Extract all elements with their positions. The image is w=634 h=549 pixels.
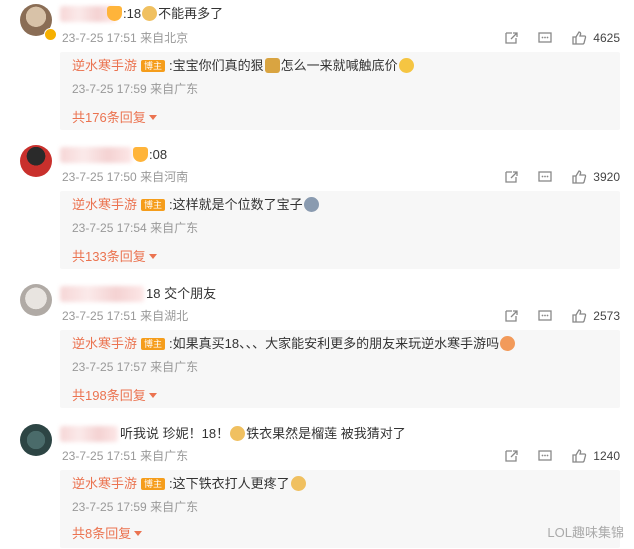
reply-text: 逆水寒手游 博主:如果真买18、、、大家能安利更多的朋友来玩逆水寒手游吗 [72, 336, 516, 352]
comment-actions: 3920 [485, 169, 620, 185]
comment-icon[interactable] [537, 30, 553, 46]
author-tag: 博主 [141, 60, 166, 72]
like-icon[interactable] [571, 30, 587, 46]
reply-meta: 23-7-25 17:54 来自广东 [72, 221, 199, 235]
comment-actions: 4625 [485, 30, 620, 46]
verified-badge-icon [44, 28, 57, 41]
like-count: 2573 [593, 309, 620, 323]
comment-text: :08 [132, 147, 167, 163]
like-icon[interactable] [571, 169, 587, 185]
comment-icon[interactable] [537, 308, 553, 324]
caret-down-icon [148, 393, 157, 398]
reply-text: 逆水寒手游 博主:这样就是个位数了宝子 [72, 197, 320, 213]
reply-text: 逆水寒手游 博主:这下铁衣打人更疼了 [72, 476, 307, 492]
comment-icon[interactable] [537, 448, 553, 464]
reply-box: 逆水寒手游 博主:这下铁衣打人更疼了 23-7-25 17:59 来自广东 [60, 470, 620, 548]
reply-author[interactable]: 逆水寒手游 [72, 476, 137, 491]
reply-text: 逆水寒手游 博主:宝宝你们真的狠 怎么一来就喊触底价 [72, 58, 415, 74]
blurred-username[interactable] [60, 147, 132, 163]
more-replies-link[interactable]: 共198条回复 [72, 388, 157, 404]
watermark: LOL趣味集锦 [547, 525, 624, 540]
caret-down-icon [148, 115, 157, 120]
like-count: 3920 [593, 170, 620, 184]
like-count: 4625 [593, 31, 620, 45]
like-icon[interactable] [571, 308, 587, 324]
dog-emoji-icon [142, 6, 158, 21]
dog-emoji-icon [230, 426, 246, 441]
reply-meta: 23-7-25 17:57 来自广东 [72, 360, 199, 374]
author-tag: 博主 [141, 199, 166, 211]
comment-actions: 2573 [485, 308, 620, 324]
crown-emoji-icon [133, 147, 148, 162]
more-replies-link[interactable]: 共176条回复 [72, 110, 157, 126]
comment-icon[interactable] [537, 169, 553, 185]
caret-down-icon [134, 531, 143, 536]
blurred-username[interactable] [60, 286, 144, 302]
caret-down-icon [148, 254, 157, 259]
microphone-emoji-icon [264, 58, 280, 73]
reply-meta: 23-7-25 17:59 来自广东 [72, 82, 199, 96]
crown-emoji-icon [107, 6, 122, 21]
blurred-username[interactable] [60, 426, 118, 442]
more-replies-link[interactable]: 共133条回复 [72, 249, 157, 265]
user-avatar[interactable] [20, 284, 52, 316]
share-icon[interactable] [503, 169, 519, 185]
reply-meta: 23-7-25 17:59 来自广东 [72, 500, 199, 514]
emoji-face-icon [303, 197, 319, 212]
comment-text: 听我说 珍妮！18！ 铁衣果然是榴莲 被我猜对了 [120, 426, 406, 441]
author-tag: 博主 [141, 478, 166, 490]
more-replies-link[interactable]: 共8条回复 [72, 526, 143, 542]
reply-author[interactable]: 逆水寒手游 [72, 336, 137, 351]
reply-author[interactable]: 逆水寒手游 [72, 58, 137, 73]
comment-meta: 23-7-25 17:50 来自河南 [62, 170, 189, 184]
comment-meta: 23-7-25 17:51 来自湖北 [62, 309, 189, 323]
emoji-face-icon [398, 58, 414, 73]
comment-text: 18 交个朋友 [146, 286, 217, 301]
comment-actions: 1240 [485, 448, 620, 464]
like-icon[interactable] [571, 448, 587, 464]
blush-emoji-icon [500, 336, 516, 351]
comment-meta: 23-7-25 17:51 来自广东 [62, 449, 189, 463]
user-avatar[interactable] [20, 424, 52, 456]
dog-emoji-icon [290, 476, 306, 491]
like-count: 1240 [593, 449, 620, 463]
comment-meta: 23-7-25 17:51 来自北京 [62, 31, 189, 45]
user-avatar[interactable] [20, 145, 52, 177]
reply-author[interactable]: 逆水寒手游 [72, 197, 137, 212]
share-icon[interactable] [503, 308, 519, 324]
author-tag: 博主 [141, 338, 166, 350]
comment-text: :18 不能再多了 [106, 6, 223, 22]
share-icon[interactable] [503, 30, 519, 46]
share-icon[interactable] [503, 448, 519, 464]
